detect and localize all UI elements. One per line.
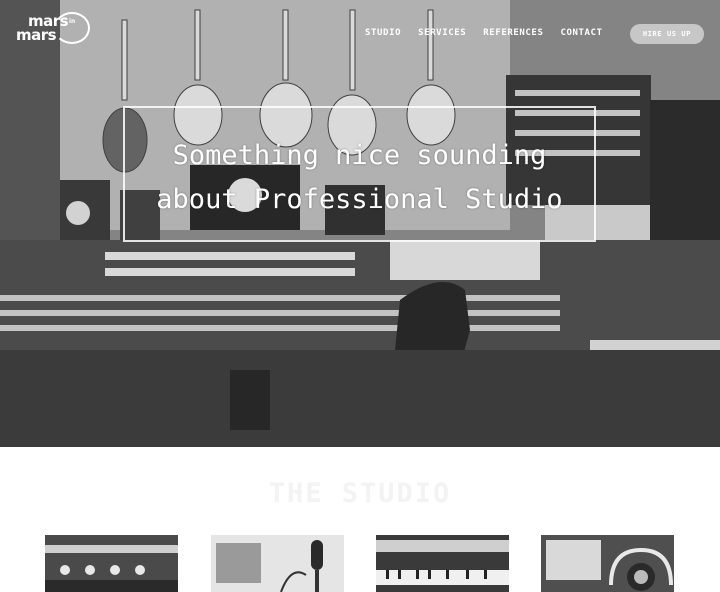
nav-link-services[interactable]: SERVICES bbox=[418, 28, 466, 38]
nav-links: STUDIO SERVICES REFERENCES CONTACT bbox=[365, 28, 620, 38]
hire-us-button[interactable]: HIRE US UP bbox=[630, 24, 704, 44]
microphone-icon bbox=[211, 535, 344, 592]
nav-link-studio[interactable]: STUDIO bbox=[365, 28, 401, 38]
hero-title-line-1: Something nice sounding bbox=[172, 140, 547, 171]
studio-thumbnail-keyboard[interactable] bbox=[376, 535, 509, 592]
hero-title-line-2: about Professional Studio bbox=[156, 184, 563, 215]
studio-thumbnail-console[interactable] bbox=[45, 535, 178, 592]
nav-link-references[interactable]: REFERENCES bbox=[483, 28, 543, 38]
section-title-studio: THE STUDIO bbox=[268, 478, 452, 509]
studio-thumbnail-headphones[interactable] bbox=[541, 535, 674, 592]
studio-thumbnail-microphone[interactable] bbox=[211, 535, 344, 592]
hero-title: Something nice sounding about Profession… bbox=[123, 134, 596, 222]
keyboard-icon bbox=[376, 535, 509, 592]
top-navigation: mars in mars STUDIO SERVICES REFERENCES … bbox=[0, 0, 720, 60]
nav-link-contact[interactable]: CONTACT bbox=[560, 28, 602, 38]
mixing-console-icon bbox=[45, 535, 178, 592]
logo-word-bottom: mars bbox=[16, 26, 57, 44]
headphones-icon bbox=[541, 535, 674, 592]
logo-word-in: in bbox=[69, 18, 76, 25]
brand-logo[interactable]: mars in mars bbox=[14, 12, 90, 46]
hero-banner: mars in mars STUDIO SERVICES REFERENCES … bbox=[0, 0, 720, 447]
